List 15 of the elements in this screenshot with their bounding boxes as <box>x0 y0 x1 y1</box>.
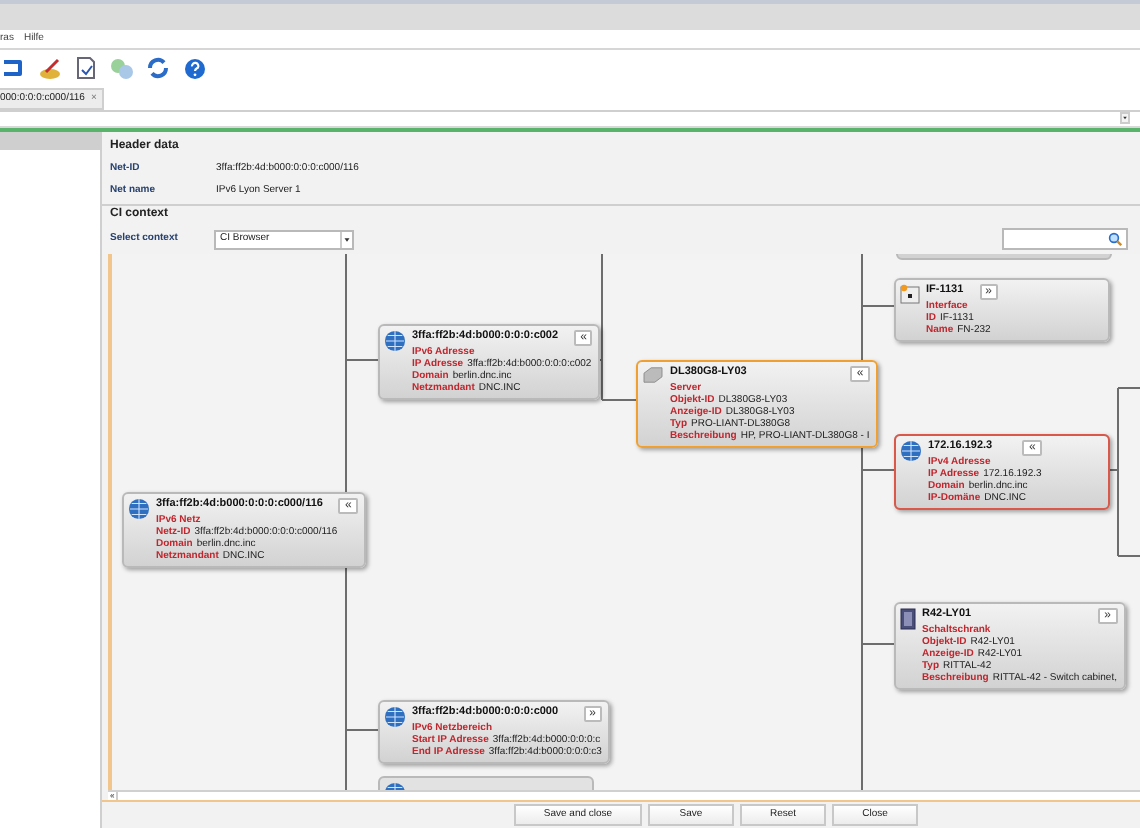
cabinet-icon <box>900 608 916 630</box>
refresh-icon[interactable] <box>144 54 172 82</box>
globe-icon <box>128 498 150 520</box>
server-icon <box>642 366 664 384</box>
pen-icon[interactable] <box>36 54 64 82</box>
globe-icon <box>384 330 406 352</box>
globe-icon <box>900 440 922 462</box>
search-icon <box>1108 232 1122 246</box>
window-icon[interactable] <box>0 54 28 82</box>
card-icon <box>900 284 920 304</box>
document-check-icon[interactable] <box>72 54 100 82</box>
help-icon[interactable] <box>180 54 208 82</box>
search-field[interactable] <box>1002 228 1128 250</box>
dropdown-arrow-icon <box>340 231 352 247</box>
globe-icon <box>384 706 406 728</box>
